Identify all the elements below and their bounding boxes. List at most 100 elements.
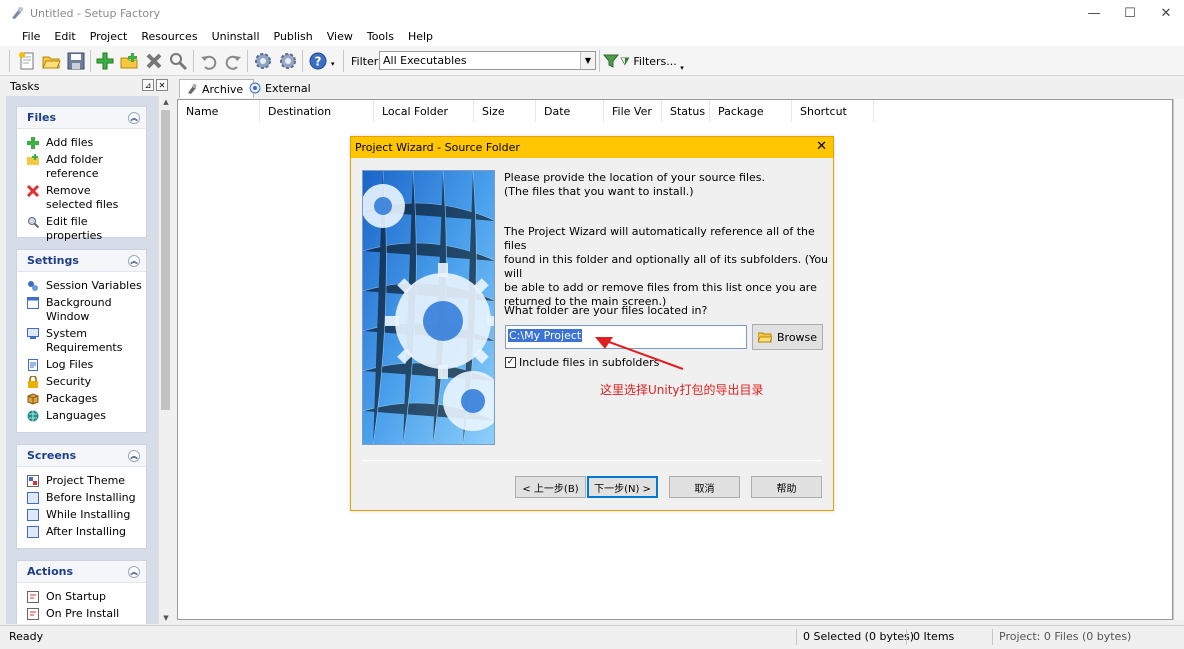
help-icon[interactable]: ?	[308, 51, 328, 71]
scrollbar-thumb[interactable]	[161, 110, 170, 410]
annotation-text: 这里选择Unity打包的导出目录	[600, 383, 764, 397]
column-local-folder[interactable]: Local Folder	[374, 100, 474, 122]
task-log-files[interactable]: Log Files	[17, 358, 146, 372]
globe-icon	[27, 410, 39, 422]
undo-icon[interactable]	[199, 51, 219, 71]
tasks-pane-header: Tasks ⊿ ✕	[6, 77, 172, 95]
scroll-up-icon[interactable]: ▲	[159, 96, 173, 108]
menu-publish[interactable]: Publish	[267, 30, 320, 43]
task-label: While Installing	[46, 508, 131, 521]
column-status[interactable]: Status	[662, 100, 710, 122]
filter-label: Filter:	[351, 55, 382, 68]
close-window-button[interactable]: ✕	[1148, 0, 1184, 26]
menu-view[interactable]: View	[320, 30, 360, 43]
task-group-header[interactable]: Screens ︽	[17, 445, 146, 467]
next-button[interactable]: 下一步(N) >	[587, 476, 658, 498]
tab-external[interactable]: External	[243, 79, 321, 98]
scroll-down-icon[interactable]: ▼	[159, 612, 173, 624]
screen-icon	[27, 492, 39, 504]
new-project-icon[interactable]	[17, 51, 37, 71]
cancel-button[interactable]: 取消	[669, 476, 740, 498]
task-before-installing[interactable]: Before Installing	[17, 491, 146, 505]
task-remove-selected-files[interactable]: Remove selected files	[17, 184, 127, 212]
task-packages[interactable]: Packages	[17, 392, 146, 406]
task-group-header[interactable]: Settings ︽	[17, 250, 146, 272]
add-files-icon[interactable]	[95, 51, 115, 71]
pin-icon[interactable]: ⊿	[142, 79, 154, 91]
menu-project[interactable]: Project	[83, 30, 135, 43]
file-properties-icon[interactable]	[168, 51, 188, 71]
task-label: Security	[46, 375, 92, 388]
browse-button[interactable]: Browse	[752, 324, 823, 350]
filters-button[interactable]: ⧩ Filters... ▾	[620, 55, 684, 72]
column-shortcut[interactable]: Shortcut	[792, 100, 874, 122]
chevron-down-icon[interactable]: ▼	[580, 52, 595, 69]
collapse-up-icon[interactable]: ︽	[128, 112, 140, 124]
menu-help[interactable]: Help	[401, 30, 440, 43]
minimize-button[interactable]: —	[1076, 0, 1112, 26]
menu-resources[interactable]: Resources	[134, 30, 204, 43]
column-name[interactable]: Name	[178, 100, 260, 122]
filter-select[interactable]: All Executables ▼	[379, 51, 596, 70]
remove-files-icon[interactable]	[144, 51, 164, 71]
task-while-installing[interactable]: While Installing	[17, 508, 146, 522]
task-on-startup[interactable]: On Startup	[17, 590, 146, 604]
task-label: Session Variables	[46, 279, 142, 292]
task-after-installing[interactable]: After Installing	[17, 525, 146, 539]
back-button[interactable]: < 上一步(B)	[515, 476, 586, 498]
session-variables-icon	[27, 280, 39, 292]
task-add-folder-reference[interactable]: Add folder reference	[17, 153, 127, 181]
task-add-files[interactable]: Add files	[17, 136, 146, 150]
tasks-scrollbar[interactable]: ▲ ▼	[158, 96, 172, 624]
task-security[interactable]: Security	[17, 375, 146, 389]
menu-tools[interactable]: Tools	[360, 30, 401, 43]
folder-question: What folder are your files located in?	[504, 304, 708, 317]
description-line-3: be able to add or remove files from this…	[504, 281, 817, 294]
archive-tab-icon	[186, 83, 198, 95]
menu-uninstall[interactable]: Uninstall	[205, 30, 267, 43]
task-languages[interactable]: Languages	[17, 409, 146, 423]
red-x-icon	[26, 184, 40, 198]
close-pane-icon[interactable]: ✕	[156, 79, 168, 91]
redo-icon[interactable]	[223, 51, 243, 71]
folder-add-icon	[27, 154, 39, 166]
external-tab-icon	[249, 82, 261, 94]
task-project-theme[interactable]: Project Theme	[17, 474, 146, 488]
collapse-up-icon[interactable]: ︽	[128, 450, 140, 462]
help-dropdown-icon[interactable]: ▾	[331, 60, 335, 68]
help-button[interactable]: 帮助	[751, 476, 822, 498]
task-on-pre-install[interactable]: On Pre Install	[17, 607, 146, 621]
task-group-header[interactable]: Actions ︽	[17, 561, 146, 583]
column-file-ver[interactable]: File Ver	[604, 100, 662, 122]
filters-dropdown-icon: ▾	[680, 64, 684, 72]
maximize-button[interactable]: ☐	[1112, 0, 1148, 26]
menu-edit[interactable]: Edit	[47, 30, 82, 43]
task-background-window[interactable]: Background Window	[17, 296, 117, 324]
collapse-up-icon[interactable]: ︽	[128, 566, 140, 578]
column-date[interactable]: Date	[536, 100, 604, 122]
open-project-icon[interactable]	[41, 51, 61, 71]
dialog-close-button[interactable]: ✕	[816, 139, 827, 154]
build-gear-icon[interactable]	[253, 51, 273, 71]
task-group-header[interactable]: Files ︽	[17, 107, 146, 129]
task-label: Project Theme	[46, 474, 126, 487]
description-text: The Project Wizard will automatically re…	[504, 225, 833, 309]
task-system-requirements[interactable]: System Requirements	[17, 327, 127, 355]
filter-funnel-icon[interactable]	[602, 51, 620, 71]
package-icon	[27, 393, 39, 405]
action-script-icon	[27, 591, 39, 603]
add-folder-icon[interactable]	[119, 51, 139, 71]
task-session-variables[interactable]: Session Variables	[17, 279, 146, 293]
include-subfolders-checkbox[interactable]: ✓	[505, 357, 516, 368]
menu-file[interactable]: File	[15, 30, 47, 43]
column-destination[interactable]: Destination	[260, 100, 374, 122]
system-icon	[27, 328, 39, 340]
column-package[interactable]: Package	[710, 100, 792, 122]
column-size[interactable]: Size	[474, 100, 536, 122]
save-project-icon[interactable]	[66, 51, 86, 71]
collapse-up-icon[interactable]: ︽	[128, 255, 140, 267]
settings-gear-icon[interactable]	[278, 51, 298, 71]
task-group-title: Files	[27, 111, 57, 124]
task-edit-file-properties[interactable]: Edit file properties	[17, 215, 146, 243]
toolbar-separator	[343, 50, 344, 72]
